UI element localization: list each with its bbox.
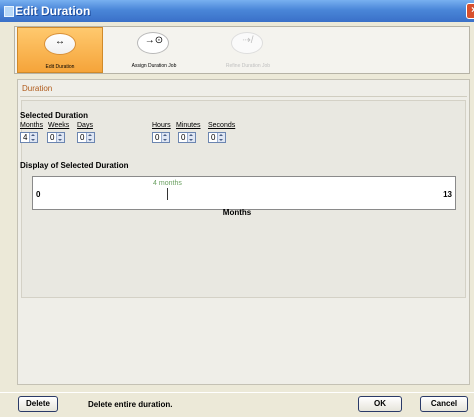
days-value: 0	[80, 133, 85, 142]
double-arrow-icon: ↔	[55, 36, 65, 47]
marker-label: 4 months	[153, 180, 182, 187]
minutes-value: 0	[181, 133, 186, 142]
cancel-button[interactable]: Cancel	[420, 396, 468, 412]
window-title: Edit Duration	[15, 4, 91, 18]
section-title: Duration	[22, 84, 53, 93]
delete-button[interactable]: Delete	[18, 396, 58, 412]
selected-duration-heading: Selected Duration	[20, 111, 89, 120]
title-bar: Edit Duration ×	[0, 0, 474, 22]
tool-assign-duration-job[interactable]: →⊙ Assign Duration Job	[111, 27, 197, 73]
tool-refine-duration-job[interactable]: ⇢/ Refine Duration Job	[205, 27, 291, 73]
seconds-value: 0	[211, 133, 216, 142]
hours-label: Hours	[152, 122, 171, 129]
spin-arrows-icon[interactable]	[217, 133, 225, 142]
toolbar: ↔ Edit Duration →⊙ Assign Duration Job ⇢…	[14, 26, 470, 74]
section-divider	[20, 96, 467, 97]
app-icon	[4, 6, 14, 17]
tool-label: Edit Duration	[45, 64, 75, 70]
weeks-label: Weeks	[48, 122, 70, 129]
scale-unit-label: Months	[222, 208, 252, 217]
hours-value: 0	[155, 133, 160, 142]
duration-scale: 0 4 months 13	[32, 176, 456, 210]
months-stepper[interactable]: 4	[20, 132, 38, 143]
spin-arrows-icon[interactable]	[86, 133, 94, 142]
display-duration-heading: Display of Selected Duration	[20, 161, 129, 170]
days-stepper[interactable]: 0	[77, 132, 95, 143]
days-label: Days	[77, 122, 93, 129]
footer: Delete Delete entire duration. OK Cancel	[0, 392, 474, 417]
spin-arrows-icon[interactable]	[161, 133, 169, 142]
seconds-stepper[interactable]: 0	[208, 132, 226, 143]
minutes-label: Minutes	[176, 122, 201, 129]
weeks-stepper[interactable]: 0	[47, 132, 65, 143]
close-icon[interactable]: ×	[466, 3, 474, 19]
delete-hint: Delete entire duration.	[88, 400, 173, 409]
arrow-to-node-icon: →⊙	[144, 35, 164, 46]
months-value: 4	[23, 133, 28, 142]
dashed-arrow-icon: ⇢/	[242, 35, 254, 46]
duration-marker	[167, 188, 169, 200]
spin-arrows-icon[interactable]	[56, 133, 64, 142]
hours-stepper[interactable]: 0	[152, 132, 170, 143]
minutes-stepper[interactable]: 0	[178, 132, 196, 143]
scale-max-label: 13	[443, 190, 452, 199]
spin-arrows-icon[interactable]	[187, 133, 195, 142]
scale-min-label: 0	[36, 190, 41, 199]
weeks-value: 0	[50, 133, 55, 142]
months-label: Months	[20, 122, 43, 129]
spin-arrows-icon[interactable]	[29, 133, 37, 142]
seconds-label: Seconds	[208, 122, 236, 129]
tool-label: Refine Duration Job	[225, 63, 271, 69]
tool-edit-duration[interactable]: ↔ Edit Duration	[17, 27, 103, 73]
ok-button[interactable]: OK	[358, 396, 402, 412]
tool-label: Assign Duration Job	[131, 63, 177, 69]
